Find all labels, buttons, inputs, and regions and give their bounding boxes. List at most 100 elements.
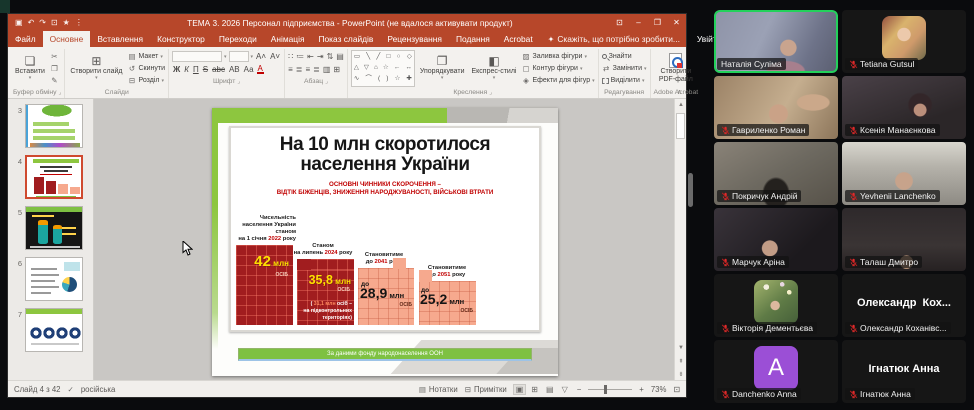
tab-анімація[interactable]: Анімація (264, 31, 312, 47)
tab-acrobat[interactable]: Acrobat (497, 31, 540, 47)
slide-thumbnail-7[interactable]: 7 (8, 308, 93, 352)
strikethrough-abc-icon[interactable]: abc (211, 65, 226, 74)
slide-thumbnail-6[interactable]: 6 (8, 257, 93, 301)
tell-me-box[interactable]: ✦Скажіть, що потрібно зробити... (540, 31, 688, 47)
paragraph-icon-1-0[interactable]: ≡ (288, 65, 293, 74)
slide-editor-canvas[interactable]: На 10 млн скоротилосянаселення України О… (94, 99, 674, 380)
zoom-in-button[interactable]: + (639, 385, 644, 394)
spelling-status-button[interactable]: ✓ (68, 385, 74, 394)
grow-font-icon[interactable]: А˄ (255, 52, 267, 61)
reset-button[interactable]: ↺Скинути (128, 63, 166, 74)
paragraph-icon-0-3[interactable]: ⇥ (317, 52, 324, 61)
scroll-down-button[interactable]: ▼ (675, 342, 687, 354)
shape-glyph-1-1[interactable]: ▽ (364, 65, 369, 72)
select-button[interactable]: Виділити▾ (602, 75, 647, 86)
scrollbar-thumb[interactable] (676, 113, 685, 139)
format-painter-button[interactable]: ✎ (50, 75, 59, 86)
fit-to-window-button[interactable]: ⊡ (673, 385, 680, 394)
find-button[interactable]: Знайти (602, 51, 647, 62)
panel-resize-handle[interactable] (688, 173, 693, 207)
participant-tile-12[interactable]: Ігнатюк АннаІгнатюк Анна (842, 340, 966, 403)
shape-glyph-1-4[interactable]: ← (394, 65, 401, 72)
zoom-level[interactable]: 73% (651, 385, 667, 394)
participant-tile-5[interactable]: Покричук Андрій (714, 142, 838, 205)
font-name-box[interactable] (172, 51, 222, 62)
paragraph-icon-0-1[interactable]: ≔ (296, 52, 304, 61)
paragraph-icon-1-2[interactable]: ≡ (305, 65, 310, 74)
tab-конструктор[interactable]: Конструктор (150, 31, 212, 47)
underline-icon[interactable]: П (192, 65, 200, 74)
tab-основне[interactable]: Основне (43, 31, 91, 47)
participant-tile-11[interactable]: ADanchenko Anna (714, 340, 838, 403)
layout-button[interactable]: ▤Макет▾ (128, 51, 166, 62)
font-dialog-launcher[interactable]: ⌟ (237, 78, 240, 85)
character-spacing-icon[interactable]: АВ (228, 65, 241, 74)
minimize-icon[interactable]: – (629, 14, 648, 31)
slideshow-view-icon[interactable]: ▽ (560, 385, 570, 394)
participant-tile-6[interactable]: Yevhenii Lanchenko (842, 142, 966, 205)
paragraph-icon-0-5[interactable]: ▤ (336, 52, 344, 61)
close-icon[interactable]: ✕ (667, 14, 686, 31)
participant-tile-7[interactable]: Марчук Аріна (714, 208, 838, 271)
participant-tile-8[interactable]: Талаш Дмитро (842, 208, 966, 271)
paragraph-dialog-launcher[interactable]: ⌟ (325, 78, 328, 85)
participant-tile-2[interactable]: Tetiana Gutsul (842, 10, 966, 73)
shape-effects-button[interactable]: ◈Ефекти для фігур▾ (521, 75, 594, 86)
participant-tile-1[interactable]: Наталія Суліма (714, 10, 838, 73)
previous-slide-button[interactable]: ⇞ (675, 355, 687, 367)
start-slideshow-icon[interactable]: ⊡ (51, 19, 58, 27)
create-pdf-button[interactable]: Створити PDF-файл (654, 50, 699, 87)
zoom-slider[interactable] (588, 389, 632, 390)
shape-glyph-1-2[interactable]: ⌂ (374, 65, 378, 72)
tab-переходи[interactable]: Переходи (212, 31, 264, 47)
copy-button[interactable]: ❐ (50, 63, 59, 74)
language-button[interactable]: російська (81, 385, 116, 394)
shape-glyph-0-0[interactable]: ▭ (354, 54, 360, 61)
tab-подання[interactable]: Подання (449, 31, 497, 47)
shape-glyph-0-1[interactable]: ╲ (366, 54, 370, 61)
vertical-scrollbar[interactable]: ▲ ▼ ⇞ ⇟ (674, 99, 686, 380)
shape-glyph-2-5[interactable]: ✚ (406, 76, 411, 83)
save-icon[interactable]: ▣ (15, 19, 23, 27)
zoom-slider-thumb[interactable] (604, 385, 607, 394)
scroll-up-button[interactable]: ▲ (675, 99, 687, 111)
collapse-ribbon-icon[interactable]: ∧ (677, 88, 682, 96)
shape-glyph-2-0[interactable]: ∿ (354, 76, 359, 83)
tab-файл[interactable]: Файл (8, 31, 43, 47)
slide-thumbnail-5[interactable]: 5 (8, 206, 93, 250)
font-color-icon[interactable]: А (257, 65, 264, 74)
shape-glyph-2-2[interactable]: ( (378, 76, 380, 83)
comments-button[interactable]: ⊟Примітки (465, 385, 507, 394)
paragraph-icon-0-2[interactable]: ⇤ (307, 52, 314, 61)
shrink-font-icon[interactable]: А˅ (269, 52, 281, 61)
normal-view-icon[interactable]: ▣ (514, 385, 526, 394)
paragraph-icon-0-0[interactable]: ∷ (288, 52, 293, 61)
section-button[interactable]: ⊟Розділ▾ (128, 75, 166, 86)
tab-рецензування[interactable]: Рецензування (380, 31, 449, 47)
clipboard-dialog-launcher[interactable]: ⌟ (59, 89, 62, 96)
paste-button[interactable]: ❏ Вставити▾ (13, 50, 47, 87)
reading-view-icon[interactable]: ▤ (544, 385, 556, 394)
replace-button[interactable]: ⇄Замінити▾ (602, 63, 647, 74)
shape-glyph-1-0[interactable]: △ (354, 65, 359, 72)
tab-показ-слайдів[interactable]: Показ слайдів (311, 31, 380, 47)
cut-button[interactable]: ✂ (50, 51, 59, 62)
strikethrough-icon[interactable]: S (202, 65, 209, 74)
font-size-box[interactable] (229, 51, 249, 62)
bold-icon[interactable]: Ж (172, 65, 181, 74)
notes-button[interactable]: ▤Нотатки (419, 385, 458, 394)
slide-thumbnail-3[interactable]: 3 (8, 104, 93, 148)
slide-sorter-icon[interactable]: ⊞ (529, 385, 540, 394)
paragraph-icon-0-4[interactable]: ⇅ (327, 52, 334, 61)
drawing-dialog-launcher[interactable]: ⌟ (489, 89, 492, 96)
participant-tile-10[interactable]: Олександр Кох...Олександр Коханівс... (842, 274, 966, 337)
shape-glyph-0-2[interactable]: ╱ (376, 54, 380, 61)
next-slide-button[interactable]: ⇟ (675, 368, 687, 380)
shape-glyph-1-3[interactable]: ☆ (383, 65, 389, 72)
slide[interactable]: На 10 млн скоротилосянаселення України О… (212, 108, 558, 376)
paragraph-icon-1-5[interactable]: ⊞ (333, 65, 340, 74)
shape-glyph-0-4[interactable]: ○ (397, 54, 401, 61)
shape-outline-button[interactable]: ▢Контур фігури▾ (521, 63, 594, 74)
shape-glyph-2-3[interactable]: ) (386, 76, 388, 83)
participant-tile-9[interactable]: Вікторія Дементьєва (714, 274, 838, 337)
